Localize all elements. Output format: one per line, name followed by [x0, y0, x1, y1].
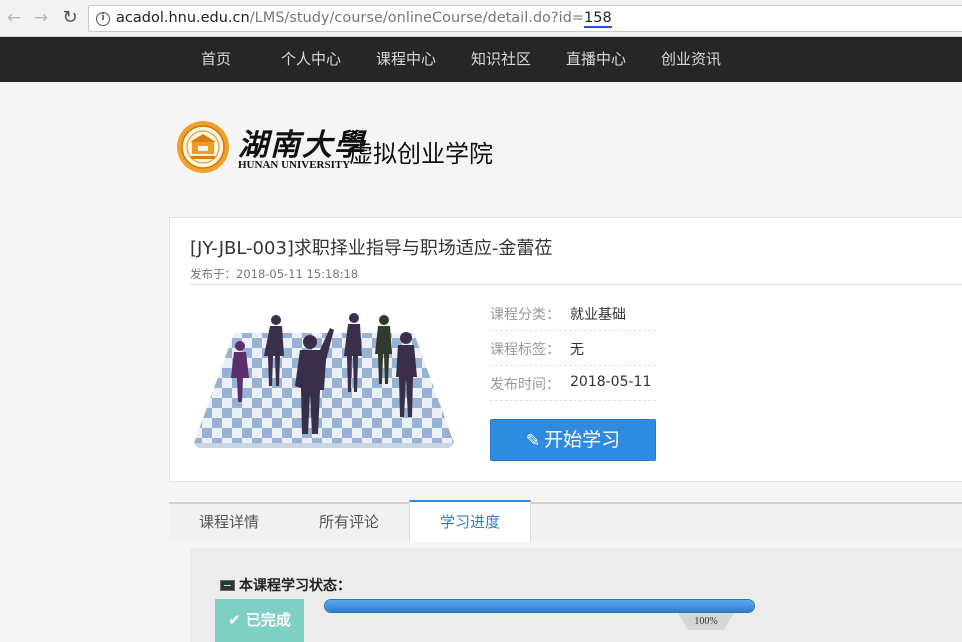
url-text: acadol.hnu.edu.cn/LMS/study/course/onlin…	[116, 10, 612, 28]
meta-value: 2018-05-11	[570, 374, 652, 390]
publish-label: 发布于：	[190, 267, 236, 281]
completed-badge: ✔ 已完成	[215, 599, 304, 642]
nav-item-home[interactable]: 首页	[201, 37, 231, 82]
reload-icon[interactable]: ↻	[60, 8, 80, 28]
meta-value: 无	[570, 342, 584, 358]
nav-item-course-center[interactable]: 课程中心	[376, 37, 436, 82]
site-nav: 首页 个人中心 课程中心 知识社区 直播中心 创业资讯	[0, 37, 962, 82]
tab-learning-progress[interactable]: 学习进度	[409, 500, 531, 542]
url-path: /LMS/study/course/onlineCourse/detail.do…	[249, 10, 585, 26]
progress-bar-fill	[325, 600, 754, 612]
site-logo[interactable]: 湖南大學 HUNAN UNIVERSITY 虚拟创业学院	[176, 118, 506, 178]
course-card: [JY-JBL-003]求职择业指导与职场适应-金蕾莅 发布于：2018-05-…	[169, 217, 962, 482]
publish-time: 2018-05-11 15:18:18	[236, 267, 359, 281]
tab-all-comments[interactable]: 所有评论	[289, 504, 409, 540]
browser-toolbar: ← → ↻ i acadol.hnu.edu.cn/LMS/study/cour…	[0, 0, 962, 37]
publish-info: 发布于：2018-05-11 15:18:18	[190, 266, 358, 282]
meta-key: 课程分类：	[490, 307, 560, 323]
status-title-text: 本课程学习状态：	[239, 578, 351, 594]
progress-bar	[324, 599, 755, 613]
university-name-en: HUNAN UNIVERSITY	[238, 159, 351, 171]
info-icon[interactable]: i	[96, 12, 110, 26]
meta-key: 发布时间：	[490, 377, 560, 393]
nav-item-live-center[interactable]: 直播中心	[566, 37, 626, 82]
start-learning-label: 开始学习	[544, 429, 621, 451]
status-title: 本课程学习状态：	[220, 575, 351, 595]
meta-value: 就业基础	[570, 307, 626, 323]
progress-panel: 本课程学习状态： ✔ 已完成 100%	[190, 548, 962, 642]
school-name: 虚拟创业学院	[349, 140, 493, 168]
tab-course-details[interactable]: 课程详情	[169, 504, 289, 540]
meta-row-tags: 课程标签： 无	[490, 331, 656, 366]
meta-key: 课程标签：	[490, 342, 560, 358]
course-tabs: 课程详情 所有评论 学习进度	[169, 500, 962, 542]
monitor-icon	[220, 580, 235, 591]
university-name-cn: 湖南大學	[238, 128, 366, 163]
completed-badge-label: 已完成	[245, 611, 291, 629]
start-learning-button[interactable]: ✎ 开始学习	[490, 419, 656, 461]
address-bar[interactable]: i acadol.hnu.edu.cn/LMS/study/course/onl…	[88, 5, 962, 32]
forward-arrow-icon[interactable]: →	[31, 8, 51, 28]
nav-item-personal-center[interactable]: 个人中心	[281, 37, 341, 82]
nav-item-startup-news[interactable]: 创业资讯	[661, 37, 721, 82]
course-title: [JY-JBL-003]求职择业指导与职场适应-金蕾莅	[190, 238, 553, 259]
url-host: acadol.hnu.edu.cn	[116, 10, 250, 26]
university-emblem-icon	[177, 121, 229, 173]
nav-item-knowledge-community[interactable]: 知识社区	[471, 37, 531, 82]
meta-row-publish-date: 发布时间： 2018-05-11	[490, 366, 656, 401]
course-thumbnail	[194, 313, 454, 448]
progress-percent-label: 100%	[678, 613, 734, 630]
pencil-icon: ✎	[525, 431, 541, 451]
meta-row-category: 课程分类： 就业基础	[490, 296, 656, 331]
url-id: 158	[584, 10, 612, 28]
back-arrow-icon[interactable]: ←	[4, 8, 24, 28]
divider	[190, 284, 962, 285]
